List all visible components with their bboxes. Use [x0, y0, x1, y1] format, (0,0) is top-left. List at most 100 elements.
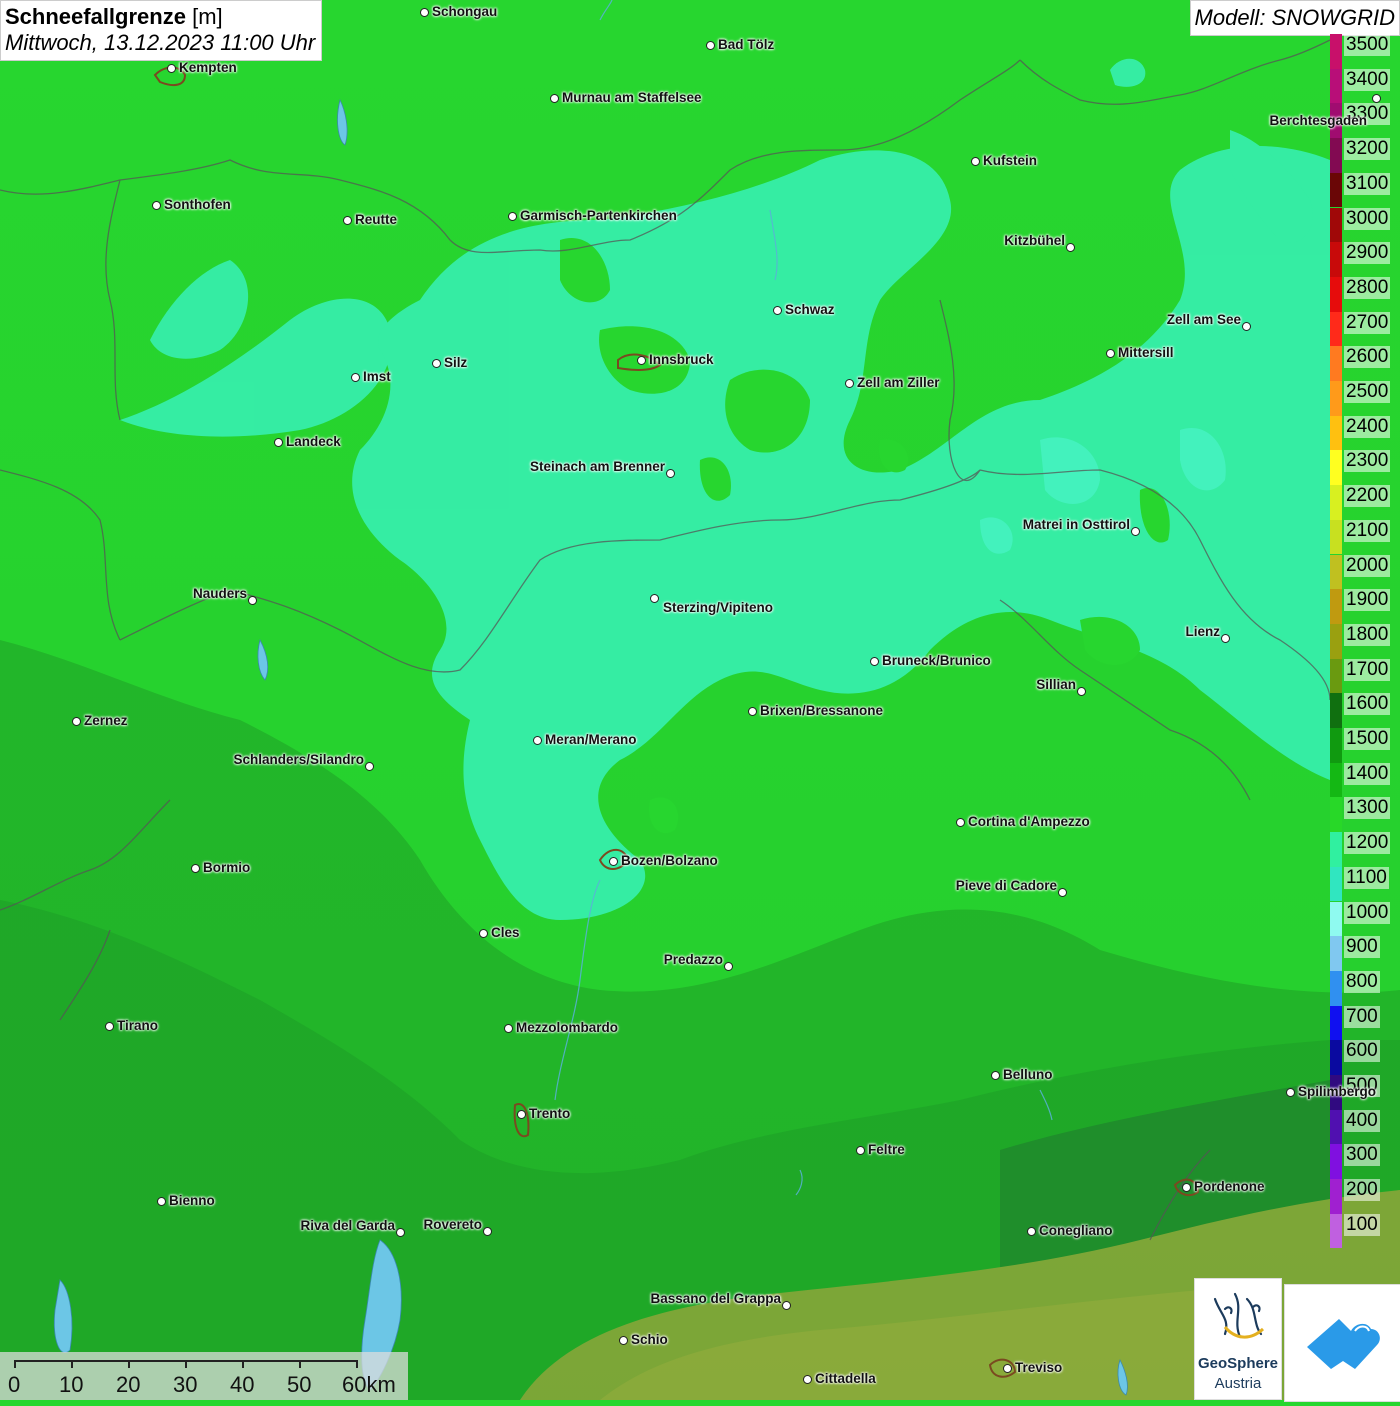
legend-row: 2900 [1328, 242, 1400, 277]
city-marker-icon [508, 212, 517, 221]
legend-label: 900 [1344, 936, 1380, 959]
city-marker-icon [248, 596, 257, 605]
city-label: Feltre [868, 1142, 905, 1157]
legend-row: 3500 [1328, 34, 1400, 69]
legend-row: 1600 [1328, 693, 1400, 728]
legend-label: 1200 [1344, 832, 1391, 855]
geosphere-name-line2: Austria [1214, 1375, 1262, 1392]
city-label: Sillian [1036, 677, 1076, 692]
scale-tick [128, 1360, 130, 1368]
city-label: Bruneck/Brunico [882, 653, 991, 668]
legend-row: 100 [1328, 1213, 1400, 1249]
city-marker-icon [991, 1071, 1000, 1080]
legend-label: 3400 [1344, 68, 1391, 91]
legend-row: 2300 [1328, 450, 1400, 486]
city-label: Bienno [169, 1193, 215, 1208]
legend-swatch [1330, 589, 1342, 624]
city-label: Matrei in Osttirol [1022, 517, 1130, 532]
city-label: Kitzbühel [1004, 233, 1065, 248]
legend-row: 3400 [1328, 68, 1400, 104]
legend-row: 1500 [1328, 728, 1400, 763]
geosphere-logo: GeoSphere Austria [1194, 1278, 1282, 1400]
city-label: Belluno [1003, 1067, 1053, 1082]
legend-swatch [1330, 866, 1342, 902]
city-marker-icon [1242, 322, 1251, 331]
legend-row: 2500 [1328, 381, 1400, 416]
scale-bar: 0 10 20 30 40 50 60km [0, 1352, 408, 1400]
city-label: Berchtesgaden [1269, 113, 1367, 128]
title-parameter: Schneefallgrenze [5, 4, 186, 29]
legend-swatch [1330, 381, 1342, 416]
legend-row: 800 [1328, 970, 1400, 1006]
city-label: Trento [529, 1106, 571, 1121]
city-label: Predazzo [663, 952, 723, 967]
legend-label: 2700 [1344, 311, 1391, 334]
city-marker-icon [105, 1022, 114, 1031]
city-marker-icon [343, 216, 352, 225]
scale-label: 0 [8, 1372, 21, 1397]
city-marker-icon [550, 94, 559, 103]
legend-label: 100 [1344, 1213, 1380, 1236]
city-marker-icon [1372, 94, 1381, 103]
city-label: Bozen/Bolzano [621, 853, 718, 868]
city-marker-icon [748, 707, 757, 716]
legend-swatch [1330, 1109, 1342, 1145]
city-label: Zell am See [1166, 312, 1241, 327]
legend-label: 2800 [1344, 276, 1391, 299]
city-label: Treviso [1015, 1360, 1063, 1375]
legend-label: 1600 [1344, 693, 1391, 716]
city-label: Riva del Garda [300, 1218, 395, 1233]
legend-swatch [1330, 970, 1342, 1006]
legend-label: 1100 [1344, 866, 1389, 889]
city-marker-icon [365, 762, 374, 771]
legend-swatch [1330, 485, 1342, 520]
legend-label: 3200 [1344, 138, 1391, 161]
legend-swatch [1330, 1179, 1342, 1214]
legend-swatch [1330, 311, 1342, 347]
city-marker-icon [167, 64, 176, 73]
legend-label: 1500 [1344, 728, 1391, 750]
legend-label: 400 [1344, 1109, 1380, 1132]
city-label: Steinach am Brenner [529, 459, 665, 474]
legend-label: 3500 [1344, 34, 1391, 56]
model-label: Modell: SNOWGRID [1189, 0, 1400, 36]
scale-tick [14, 1360, 16, 1368]
city-marker-icon [956, 818, 965, 827]
city-label: Zell am Ziller [857, 375, 940, 390]
city-label: Cittadella [815, 1371, 876, 1386]
legend-row: 1700 [1328, 658, 1400, 694]
legend-label: 600 [1344, 1040, 1380, 1063]
legend-swatch [1330, 693, 1342, 728]
city-label: Cortina d'Ampezzo [968, 814, 1090, 829]
color-legend: 3500 3400 3300 3200 3100 3000 2900 2800 2700 2600… [1328, 34, 1400, 1249]
legend-label: 1900 [1344, 589, 1391, 612]
scale-label: 60km [342, 1372, 396, 1397]
legend-swatch [1330, 658, 1342, 694]
city-label: Tirano [117, 1018, 159, 1033]
city-marker-icon [1106, 349, 1115, 358]
city-marker-icon [533, 736, 542, 745]
city-marker-icon [1058, 888, 1067, 897]
city-marker-icon [609, 857, 618, 866]
city-label: Kufstein [983, 153, 1037, 168]
title-unit: [m] [192, 4, 223, 29]
scale-tick [71, 1360, 73, 1368]
scale-label: 10 [59, 1372, 84, 1397]
city-label: Schio [631, 1332, 668, 1347]
scale-tick [242, 1360, 244, 1368]
legend-label: 1700 [1344, 658, 1391, 681]
city-label: Kempten [179, 60, 237, 75]
scale-label: 50 [287, 1372, 312, 1397]
city-label: Cles [491, 925, 520, 940]
legend-row: 3000 [1328, 207, 1400, 243]
city-label: Spilimbergo [1298, 1084, 1377, 1099]
city-marker-icon [650, 594, 659, 603]
city-label: Brixen/Bressanone [760, 703, 884, 718]
legend-swatch [1330, 901, 1342, 937]
map-title: Schneefallgrenze [m] [5, 4, 315, 30]
legend-row: 2800 [1328, 276, 1400, 312]
city-marker-icon [483, 1227, 492, 1236]
legend-label: 2400 [1344, 415, 1391, 438]
legend-swatch [1330, 1144, 1342, 1180]
legend-row: 1200 [1328, 832, 1400, 867]
